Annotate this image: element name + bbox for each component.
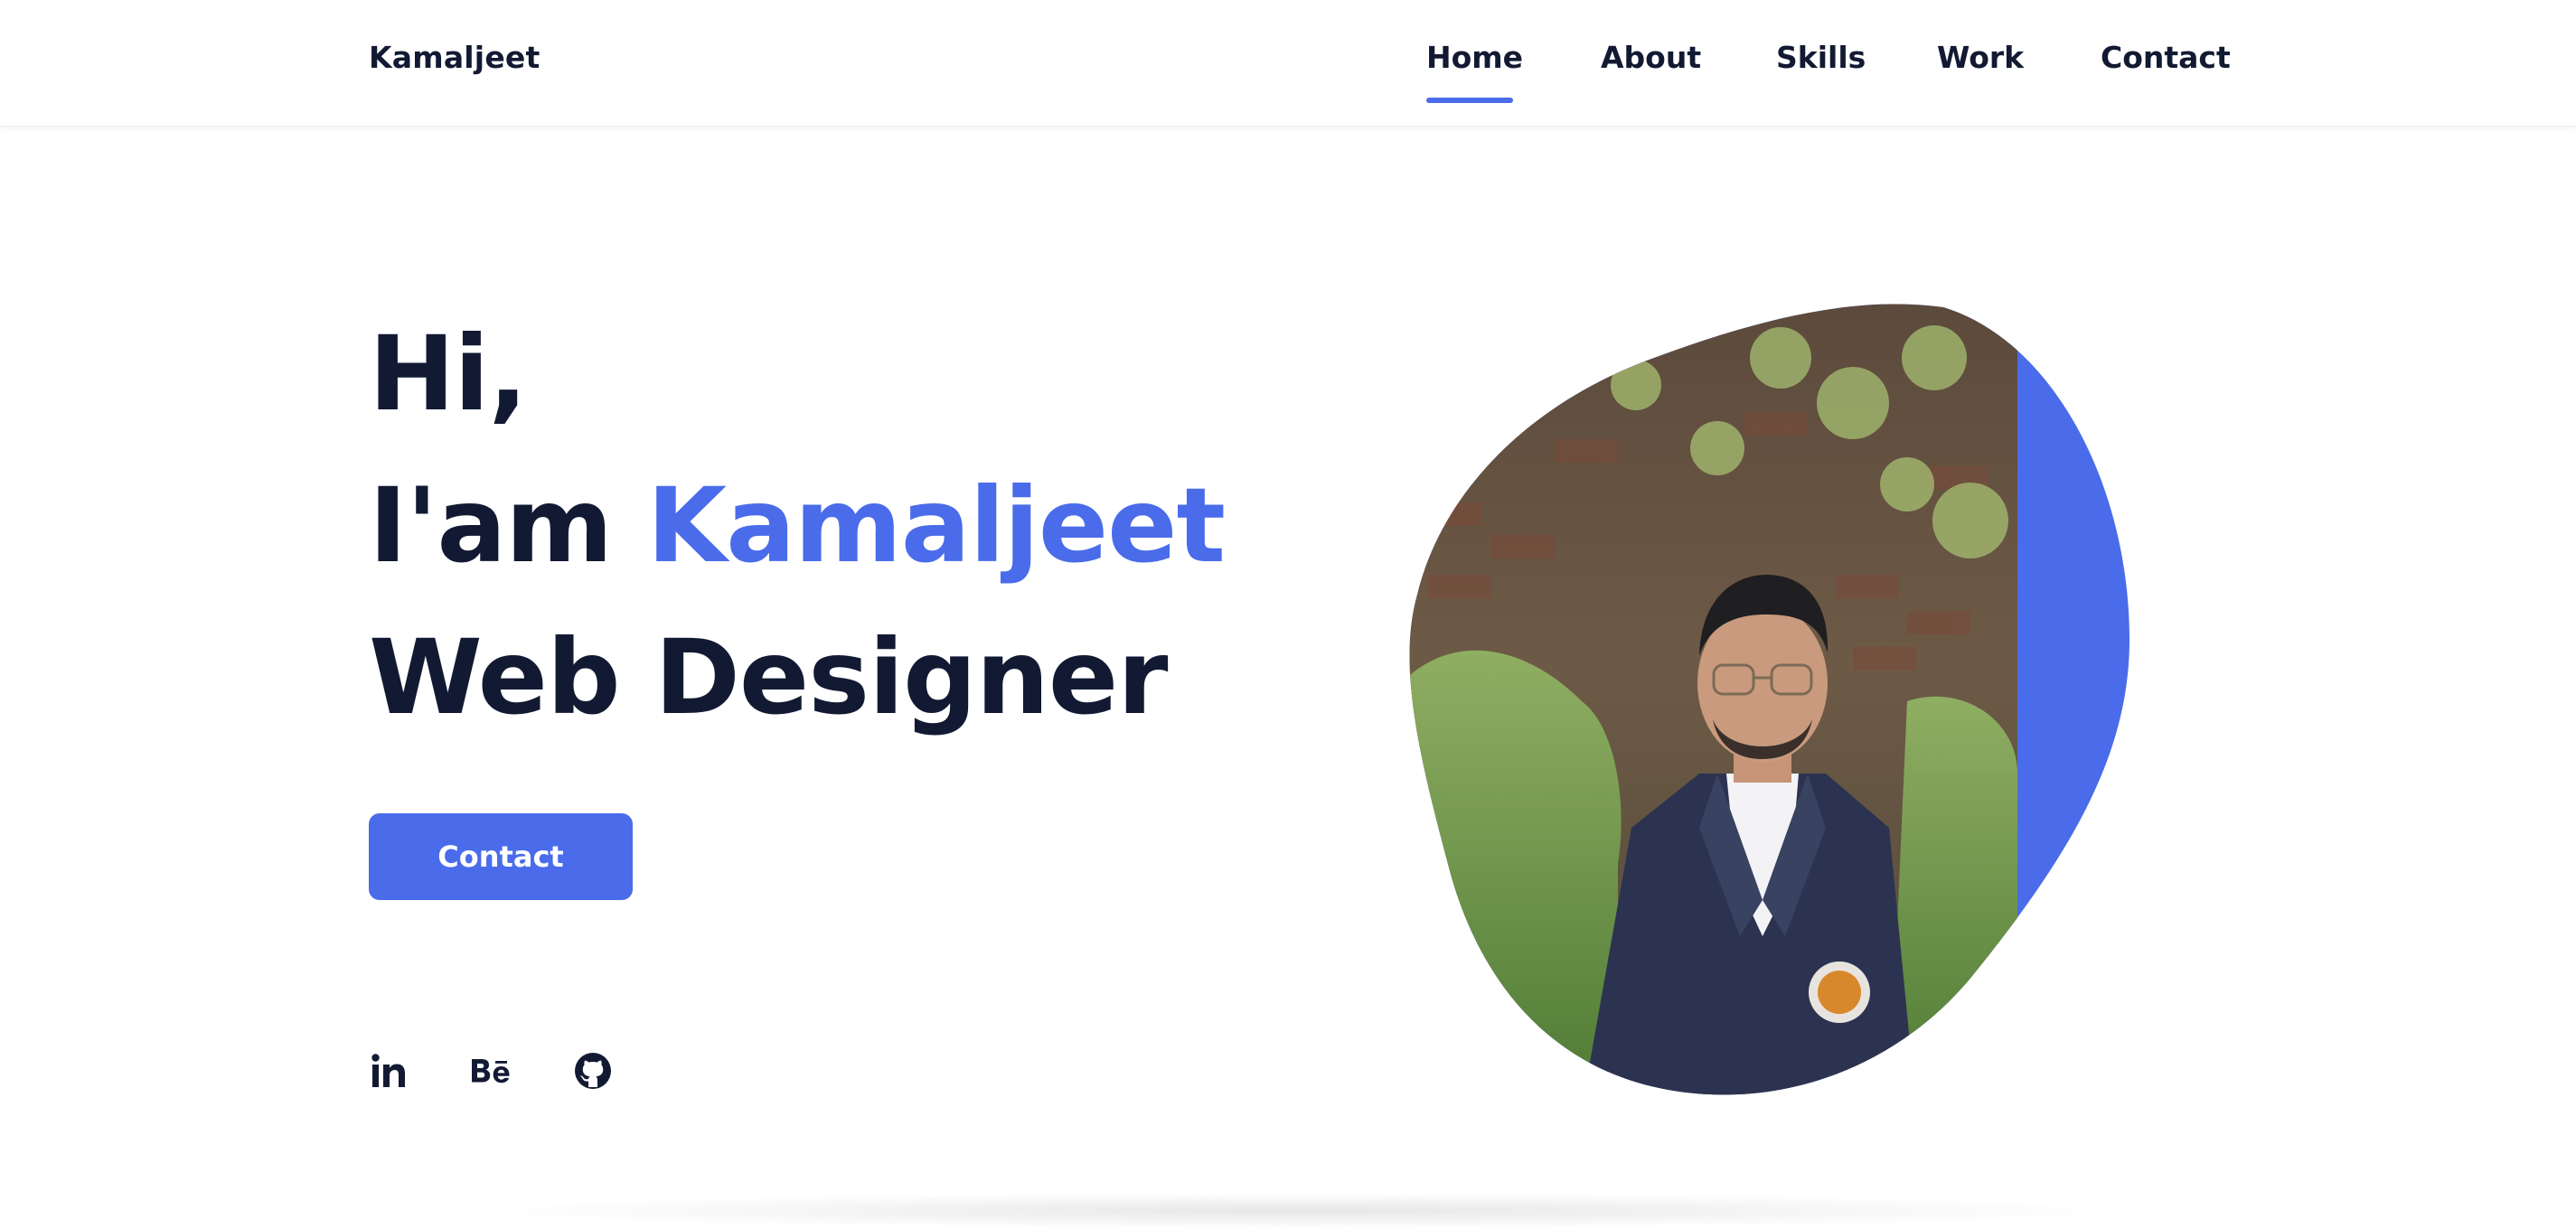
active-nav-indicator (1426, 98, 1513, 103)
main-nav: Home About Skills Work Contact (0, 40, 2576, 112)
nav-link-about[interactable]: About (1601, 40, 1701, 75)
behance-icon (470, 1051, 512, 1091)
contact-button[interactable]: Contact (369, 813, 633, 900)
linkedin-link[interactable] (369, 1048, 409, 1093)
hero-greeting: Hi, (369, 314, 528, 434)
nav-link-contact[interactable]: Contact (2101, 40, 2231, 75)
hero-image-blob (1401, 304, 2233, 1108)
hero-intro-prefix: I'am (369, 465, 647, 586)
nav-link-home[interactable]: Home (1426, 40, 1523, 75)
behance-link[interactable] (470, 1048, 512, 1093)
nav-link-work[interactable]: Work (1937, 40, 2024, 75)
hero-intro: I'am Kamaljeet (369, 450, 1226, 602)
github-link[interactable] (573, 1048, 613, 1093)
hero-name: Kamaljeet (646, 465, 1226, 586)
github-icon (573, 1051, 613, 1091)
site-header: Kamaljeet Home About Skills Work Contact (0, 0, 2576, 127)
section-divider-shadow (470, 1193, 2133, 1229)
profile-photo (1409, 304, 2130, 1095)
hero-role: Web Designer (369, 617, 1168, 737)
nav-link-skills[interactable]: Skills (1776, 40, 1866, 75)
hero-title: Hi, I'am Kamaljeet Web Designer (369, 298, 1226, 754)
linkedin-icon (369, 1051, 409, 1091)
